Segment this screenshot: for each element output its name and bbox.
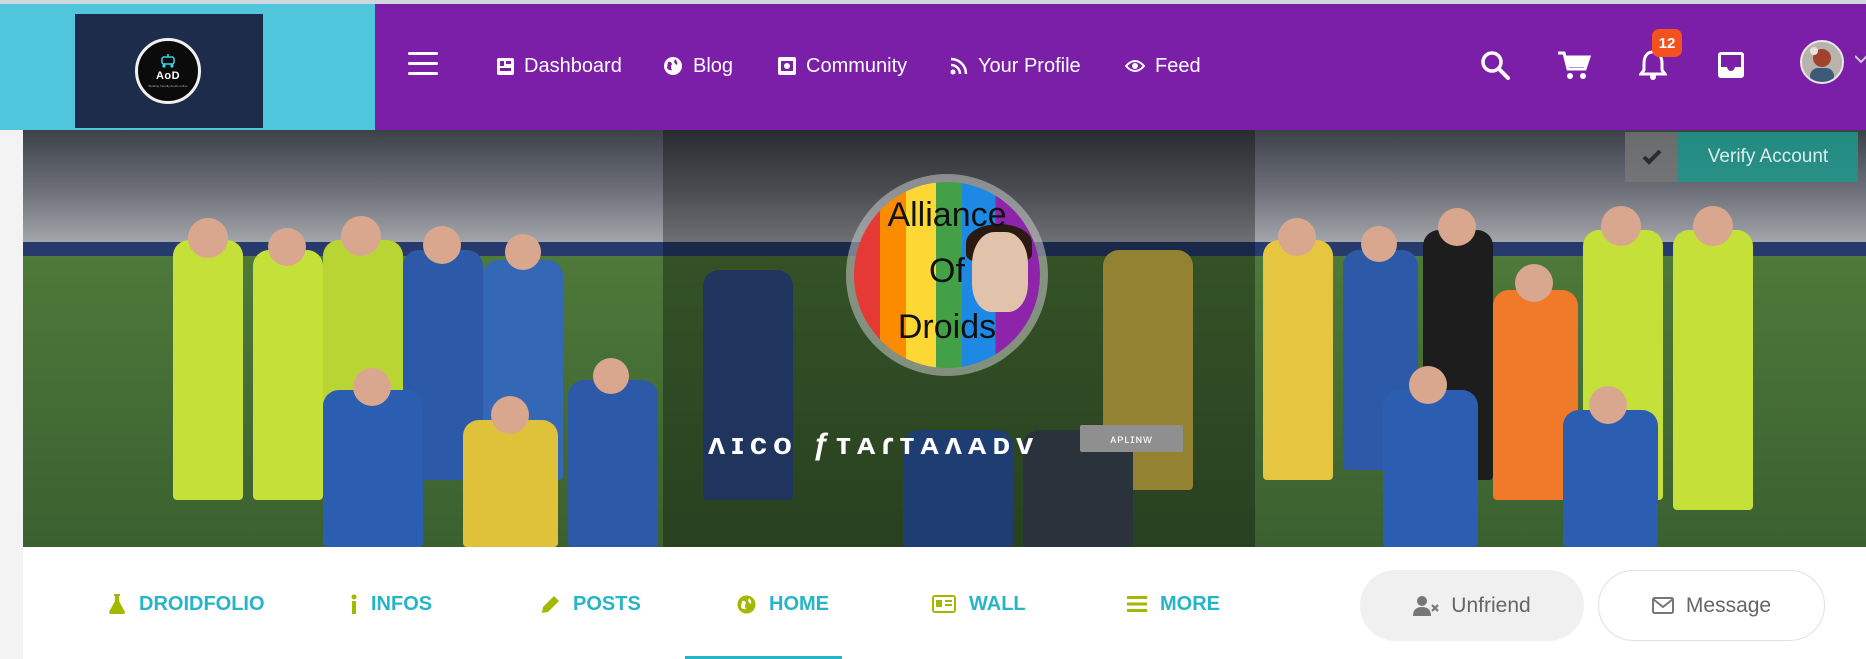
- cover-person: [323, 390, 423, 547]
- globe-icon: [737, 595, 756, 613]
- notification-badge: 12: [1652, 29, 1682, 57]
- unfriend-label: Unfriend: [1451, 593, 1531, 617]
- cover-person: [1278, 218, 1316, 256]
- envelope-icon: [1651, 597, 1674, 614]
- top-navbar: Dashboard Blog Community Your Profile Fe…: [375, 4, 1866, 130]
- nav-community[interactable]: Community: [778, 52, 907, 80]
- globe-icon: [664, 57, 682, 75]
- nav-feed-label: Feed: [1155, 54, 1201, 77]
- cover-person: [505, 234, 541, 270]
- rss-icon: [950, 57, 968, 75]
- cover-person: [341, 216, 381, 256]
- nav-feed[interactable]: Feed: [1125, 52, 1201, 80]
- cart-icon[interactable]: [1557, 50, 1591, 80]
- cover-person: [1673, 230, 1753, 510]
- tab-wall-label: WALL: [969, 592, 1026, 615]
- tab-posts[interactable]: POSTS: [541, 580, 641, 628]
- image-icon: [778, 57, 796, 75]
- cover-person: [1515, 264, 1553, 302]
- cover-person: [1601, 206, 1641, 246]
- cover-person: [463, 420, 558, 547]
- dashboard-icon: [497, 57, 514, 75]
- cover-person: [188, 218, 228, 258]
- tab-posts-label: POSTS: [573, 592, 641, 615]
- cover-person: [1563, 410, 1658, 547]
- nav-community-label: Community: [806, 54, 908, 77]
- cover-person: [1409, 366, 1447, 404]
- unfriend-button[interactable]: Unfriend: [1360, 570, 1584, 641]
- tab-more[interactable]: MORE: [1127, 580, 1220, 628]
- cover-person: [1263, 240, 1333, 480]
- tab-infos-label: INFOS: [371, 592, 433, 615]
- cover-person: [1693, 206, 1733, 246]
- cover-person: [491, 396, 529, 434]
- cover-person: [568, 380, 658, 547]
- droid-icon: [158, 54, 178, 68]
- nav-blog[interactable]: Blog: [663, 52, 733, 80]
- profile-name: ʌɪᴄᴏ ƒᴛᴀɾᴛᴀʌᴀᴅᴠ: [708, 426, 1040, 461]
- nav-your-profile-label: Your Profile: [978, 54, 1081, 77]
- cover-person: [1589, 386, 1627, 424]
- logo-area: AoD Building friendly droids online: [0, 4, 375, 130]
- id-card-icon: [932, 595, 956, 613]
- nav-blog-label: Blog: [693, 54, 734, 77]
- profile-avatar[interactable]: Alliance Of Droids: [846, 174, 1048, 376]
- nav-your-profile[interactable]: Your Profile: [950, 52, 1081, 80]
- menu-toggle-button[interactable]: [408, 52, 438, 76]
- message-label: Message: [1685, 593, 1772, 617]
- nav-dashboard-label: Dashboard: [524, 54, 622, 77]
- flask-icon: [109, 594, 125, 614]
- pencil-icon: [542, 595, 559, 613]
- profile-logo-line: Alliance: [887, 196, 1007, 234]
- inbox-icon[interactable]: [1716, 50, 1746, 80]
- tab-more-label: MORE: [1160, 592, 1220, 615]
- tab-droidfolio[interactable]: DROIDFOLIO: [108, 580, 265, 628]
- cover-person: [593, 358, 629, 394]
- search-icon[interactable]: [1480, 50, 1510, 80]
- verify-account-label: Verify Account: [1678, 132, 1858, 182]
- logo-emblem: AoD Building friendly droids online: [135, 38, 201, 104]
- tab-infos[interactable]: INFOS: [350, 580, 432, 628]
- profile-role-tag: ᴀᴘʟɪɴᴡ: [1080, 425, 1183, 452]
- profile-logo-line: Of: [929, 252, 965, 290]
- logo-subtitle: Building friendly droids online: [148, 84, 188, 88]
- info-icon: [351, 594, 357, 614]
- tab-home-label: HOME: [769, 592, 829, 615]
- site-logo[interactable]: AoD Building friendly droids online: [75, 14, 263, 128]
- alliance-of-droids-logo: Alliance Of Droids: [854, 182, 1040, 368]
- cover-person: [353, 368, 391, 406]
- verify-account-button[interactable]: Verify Account: [1625, 132, 1858, 182]
- nav-dashboard[interactable]: Dashboard: [497, 52, 622, 80]
- cover-person: [1383, 390, 1478, 547]
- cover-person: [173, 240, 243, 500]
- tab-wall[interactable]: WALL: [932, 580, 1026, 628]
- list-icon: [1127, 596, 1147, 612]
- message-button[interactable]: Message: [1598, 570, 1825, 641]
- user-times-icon: [1413, 595, 1440, 616]
- check-icon: [1625, 132, 1678, 182]
- cover-person: [268, 228, 306, 266]
- cover-person: [1361, 226, 1397, 262]
- user-avatar[interactable]: [1800, 40, 1844, 84]
- cover-person: [253, 250, 323, 500]
- chevron-down-icon[interactable]: [1855, 54, 1866, 64]
- cover-person: [423, 226, 461, 264]
- tab-home[interactable]: HOME: [737, 580, 829, 628]
- profile-logo-line: Droids: [897, 308, 997, 346]
- eye-icon: [1125, 60, 1145, 72]
- tab-droidfolio-label: DROIDFOLIO: [139, 592, 265, 615]
- logo-title: AoD: [155, 70, 181, 82]
- cover-person: [1438, 208, 1476, 246]
